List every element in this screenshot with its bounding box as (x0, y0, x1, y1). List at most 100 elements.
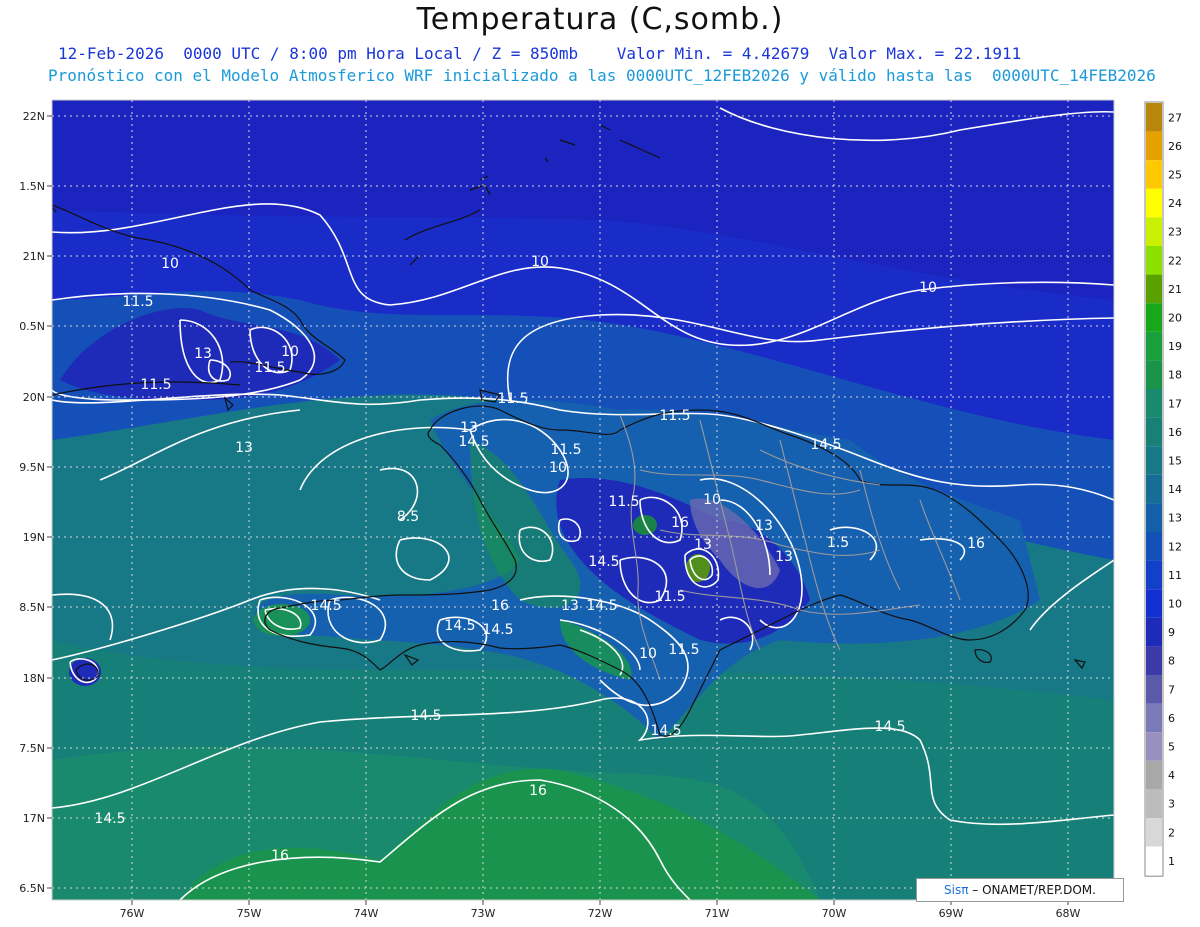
legend-swatch (1146, 188, 1162, 218)
contour-label: 13 (694, 537, 712, 553)
contour-label: 13 (561, 598, 579, 614)
legend-swatch (1146, 818, 1162, 847)
legend-swatch (1146, 103, 1162, 132)
legend-label: 17 (1168, 397, 1182, 410)
legend-label: 3 (1168, 798, 1175, 811)
y-tick-label: 22N (23, 110, 45, 123)
legend-swatch (1146, 703, 1162, 733)
contour-label: 11.5 (497, 391, 528, 407)
legend-swatch (1146, 532, 1162, 561)
contour-label: 14.5 (810, 437, 841, 453)
contour-label: 10 (281, 344, 299, 360)
contour-label: 13 (235, 440, 253, 456)
legend-label: 9 (1168, 626, 1175, 639)
contour-label: 11.5 (140, 377, 171, 393)
x-tick-label: 75W (237, 907, 262, 920)
legend-label: 1 (1168, 855, 1175, 868)
legend-swatch (1146, 760, 1162, 790)
legend-label: 24 (1168, 197, 1182, 210)
contour-label: 14.5 (482, 622, 513, 638)
legend-swatch (1146, 389, 1162, 418)
contour-label: 14.5 (444, 618, 475, 634)
legend-swatch (1146, 246, 1162, 275)
y-tick-label: 20N (23, 391, 45, 404)
legend-label: 8 (1168, 655, 1175, 668)
contour-label: 13 (194, 346, 212, 362)
legend-swatch (1146, 732, 1162, 761)
contour-label: 11.5 (550, 442, 581, 458)
contour-label: 16 (271, 848, 289, 864)
contour-label: 10 (703, 492, 721, 508)
y-tick-label: 18N (23, 672, 45, 685)
legend-swatch (1146, 617, 1162, 647)
contour-label: 16 (491, 598, 509, 614)
legend-swatch (1146, 789, 1162, 818)
y-tick-label: 6.5N (19, 882, 45, 895)
x-tick-label: 70W (822, 907, 847, 920)
contour-label: 14.5 (874, 719, 905, 735)
legend-label: 5 (1168, 741, 1175, 754)
legend-swatch (1146, 446, 1162, 475)
legend-label: 19 (1168, 340, 1182, 353)
legend-swatch (1146, 217, 1162, 246)
legend-label: 16 (1168, 426, 1182, 439)
contour-label: 10 (919, 280, 937, 296)
legend-swatch (1146, 503, 1162, 532)
legend-swatch (1146, 589, 1162, 618)
y-tick-label: 1.5N (19, 180, 45, 193)
credit-text: – ONAMET/REP.DOM. (968, 883, 1096, 897)
contour-label: 10 (639, 646, 657, 662)
contour-label: 14.5 (94, 811, 125, 827)
legend-swatch (1146, 131, 1162, 161)
temperature-map: 10 101011.513 1011.511.51311.51314.5 11.510… (19, 99, 1182, 920)
legend-label: 22 (1168, 254, 1182, 267)
legend-swatch (1146, 360, 1162, 389)
legend-label: 27 (1168, 111, 1182, 124)
sispi-logo: Sisπ (944, 883, 969, 897)
y-tick-label: 0.5N (19, 320, 45, 333)
legend-label: 7 (1168, 683, 1175, 696)
legend-swatch (1146, 160, 1162, 189)
y-tick-label: 7.5N (19, 742, 45, 755)
contour-label: 16 (529, 783, 547, 799)
legend-label: 6 (1168, 712, 1175, 725)
legend-label: 14 (1168, 483, 1182, 496)
contour-label: 13 (755, 518, 773, 534)
x-tick-label: 72W (588, 907, 613, 920)
legend-swatch (1146, 331, 1162, 361)
y-tick-label: 17N (23, 812, 45, 825)
legend-label: 10 (1168, 598, 1182, 611)
contour-label: 14.5 (458, 434, 489, 450)
x-tick-label: 71W (705, 907, 730, 920)
legend-swatch (1146, 274, 1162, 304)
contour-label: 11.5 (668, 642, 699, 658)
legend-label: 26 (1168, 140, 1182, 153)
color-legend: 2726252423222120191817161514131211109876… (1144, 101, 1182, 877)
x-axis: 76W 75W 74W 73W 72W 71W 70W 69W 68W (120, 900, 1081, 920)
legend-swatch (1146, 560, 1162, 590)
legend-swatch (1146, 417, 1162, 447)
contour-label: 1.5 (827, 535, 849, 551)
legend-label: 11 (1168, 569, 1182, 582)
legend-label: 20 (1168, 312, 1182, 325)
legend-label: 13 (1168, 512, 1182, 525)
x-tick-label: 69W (939, 907, 964, 920)
legend-swatch (1146, 675, 1162, 704)
x-tick-label: 74W (354, 907, 379, 920)
contour-label: 14.5 (410, 708, 441, 724)
contour-label: 14.5 (588, 554, 619, 570)
legend-label: 15 (1168, 455, 1182, 468)
contour-label: 11.5 (654, 589, 685, 605)
contour-label: 11.5 (122, 294, 153, 310)
contour-label: 8.5 (397, 509, 419, 525)
legend-swatch (1146, 646, 1162, 675)
legend-label: 25 (1168, 169, 1182, 182)
contour-label: 13 (775, 549, 793, 565)
contour-label: 14.5 (586, 598, 617, 614)
contour-label: 14.5 (310, 598, 341, 614)
legend-swatch (1146, 303, 1162, 332)
contour-label: 10 (549, 460, 567, 476)
legend-swatch (1146, 474, 1162, 504)
x-tick-label: 68W (1056, 907, 1081, 920)
legend-label: 2 (1168, 826, 1175, 839)
